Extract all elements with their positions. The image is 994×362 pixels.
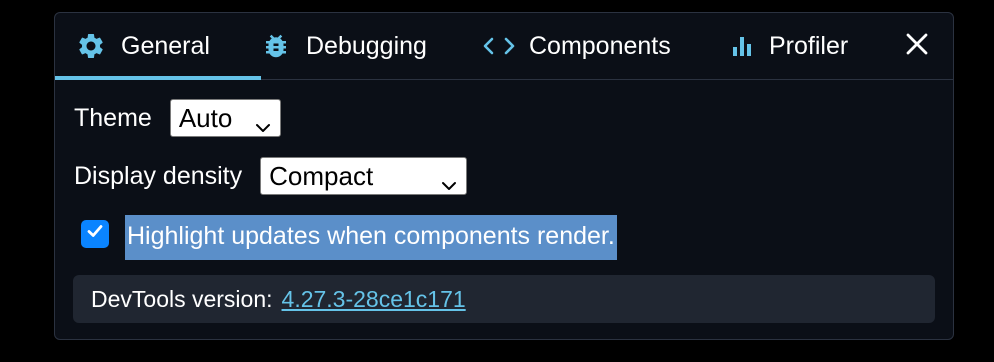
theme-select[interactable]: Auto	[169, 99, 281, 137]
bar-chart-icon	[729, 30, 755, 62]
theme-label: Theme	[74, 103, 152, 132]
bug-icon	[260, 30, 292, 62]
devtools-version-link[interactable]: 4.27.3-28ce1c171	[282, 286, 466, 313]
chevron-down-icon	[255, 111, 271, 142]
highlight-updates-label[interactable]: Highlight updates when components render…	[125, 215, 617, 260]
tab-general-label: General	[121, 31, 210, 60]
display-density-select[interactable]: Compact	[260, 157, 468, 195]
devtools-version-label: DevTools version:	[91, 285, 273, 312]
settings-panel: General Debugging Components Profiler Th…	[54, 12, 954, 340]
tab-debugging-label: Debugging	[306, 31, 427, 60]
checkmark-icon	[85, 221, 105, 246]
display-density-setting: Display density Compact	[74, 157, 468, 195]
theme-select-value: Auto	[178, 102, 233, 133]
tab-profiler[interactable]: Profiler	[729, 13, 848, 79]
close-button[interactable]	[901, 30, 933, 62]
settings-tab-bar: General Debugging Components Profiler	[55, 13, 953, 80]
devtools-version-box: DevTools version: 4.27.3-28ce1c171	[73, 275, 935, 323]
gear-icon	[75, 30, 107, 62]
highlight-updates-checkbox[interactable]	[81, 219, 109, 248]
tab-profiler-label: Profiler	[769, 31, 849, 60]
highlight-updates-setting: Highlight updates when components render…	[81, 215, 617, 260]
display-density-label: Display density	[74, 161, 243, 190]
code-brackets-icon	[483, 30, 515, 62]
chevron-down-icon	[441, 169, 457, 200]
tab-debugging[interactable]: Debugging	[260, 13, 427, 79]
tab-components-label: Components	[529, 31, 671, 60]
tab-components[interactable]: Components	[483, 13, 671, 79]
close-icon	[906, 33, 928, 60]
theme-setting: Theme Auto	[74, 99, 281, 137]
display-density-select-value: Compact	[269, 160, 374, 191]
tab-general[interactable]: General	[55, 13, 261, 80]
